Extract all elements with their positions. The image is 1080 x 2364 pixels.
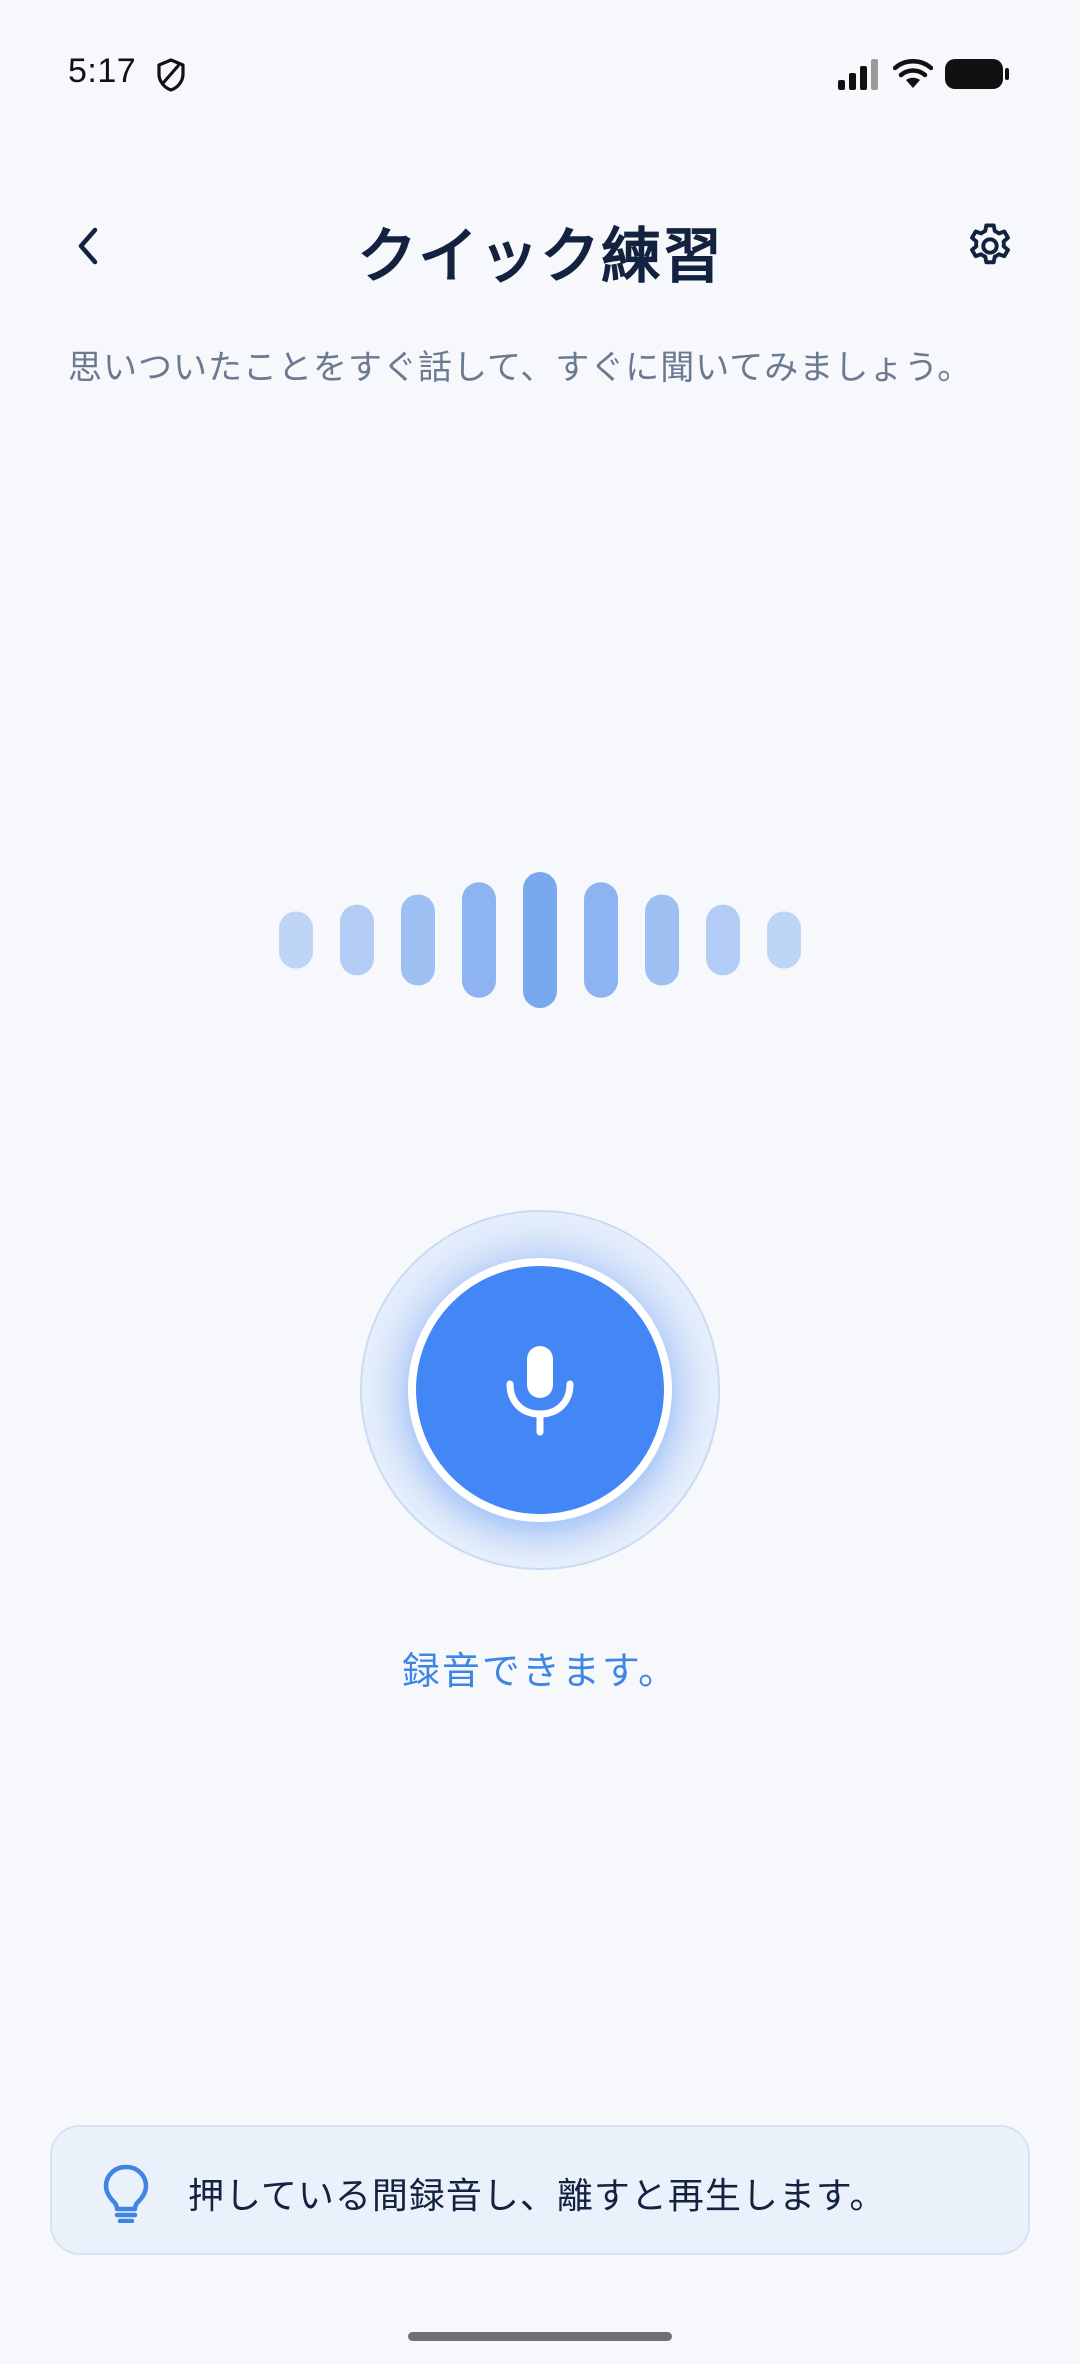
waveform-bar <box>584 882 618 998</box>
audio-waveform <box>279 872 801 1008</box>
tip-banner: 押している間録音し、離すと再生します。 <box>50 2125 1030 2255</box>
home-indicator[interactable] <box>408 2332 672 2341</box>
waveform-bar <box>523 872 557 1008</box>
settings-button[interactable] <box>960 216 1020 276</box>
page-subtitle: 思いついたことをすぐ話して、すぐに聞いてみましょう。 <box>68 348 973 388</box>
cellular-signal-icon <box>838 59 878 90</box>
wifi-icon <box>893 59 933 88</box>
waveform-bar <box>279 911 313 969</box>
lightbulb-icon <box>103 2164 149 2223</box>
waveform-bar <box>401 894 435 986</box>
status-bar: 5:17 <box>0 0 1080 150</box>
status-time: 5:17 <box>68 52 137 90</box>
gear-icon <box>970 223 1010 265</box>
header: クイック練習 <box>0 190 1080 300</box>
waveform-bar <box>706 904 740 976</box>
shield-icon <box>157 58 185 92</box>
record-button[interactable] <box>408 1258 672 1522</box>
battery-icon <box>945 59 1009 89</box>
recording-status-label: 録音できます。 <box>401 1649 679 1693</box>
mic-area <box>360 1210 720 1570</box>
waveform-bar <box>462 882 496 998</box>
waveform-bar <box>340 904 374 976</box>
waveform-bar <box>767 911 801 969</box>
back-button[interactable] <box>58 216 118 276</box>
page-title: クイック練習 <box>357 222 723 292</box>
microphone-icon <box>506 1346 574 1436</box>
chevron-left-icon <box>78 227 98 265</box>
tip-text: 押している間録音し、離すと再生します。 <box>188 2176 887 2217</box>
waveform-bar <box>645 894 679 986</box>
